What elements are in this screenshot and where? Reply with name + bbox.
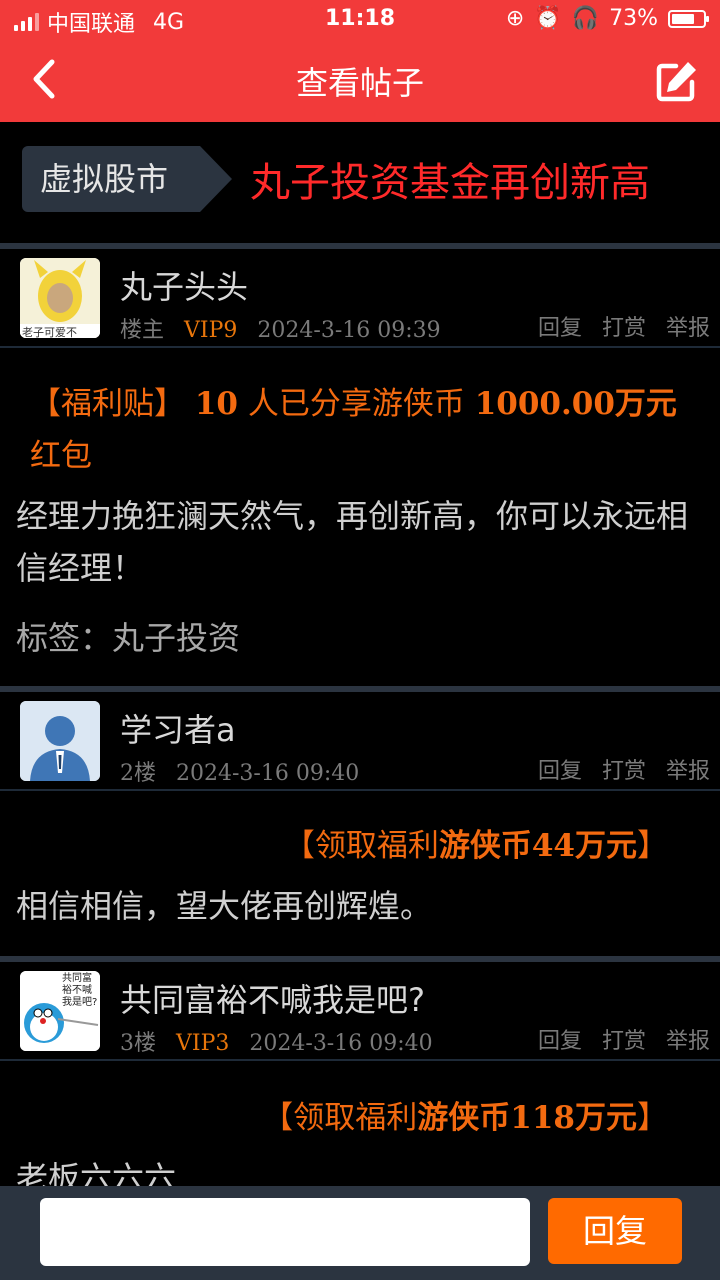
avatar[interactable]: 共同富裕不喊我是吧? (20, 971, 100, 1051)
avatar-caption: 老子可爱不 (22, 326, 77, 338)
status-bar: 中国联通 4G 11:18 ⊕ ⏰ 🎧 73% (0, 0, 720, 40)
welfare-close: 】 (637, 1100, 668, 1136)
post-tags[interactable]: 标签：丸子投资 (16, 612, 706, 664)
edit-icon[interactable] (652, 56, 702, 106)
post-banner: 虚拟股市 丸子投资基金再创新高 (0, 122, 720, 244)
tip-link[interactable]: 打赏 (602, 310, 646, 342)
report-link[interactable]: 举报 (666, 310, 710, 342)
welfare-open: 【领取福利 (262, 1100, 418, 1136)
welfare-claim[interactable]: 【领取福利游侠币44万元】 (284, 820, 668, 865)
welfare-suffix: 红包 (30, 438, 92, 474)
post-actions: 回复 打赏 举报 (538, 753, 710, 785)
divider (0, 243, 720, 249)
lock-rotation-icon: ⊕ (505, 6, 525, 31)
welfare-claim[interactable]: 【领取福利游侠币118万元】 (262, 1092, 668, 1137)
tip-link[interactable]: 打赏 (602, 1023, 646, 1055)
divider (0, 346, 720, 348)
reply-link[interactable]: 回复 (538, 753, 582, 785)
category-tag[interactable]: 虚拟股市 (22, 146, 232, 212)
post-meta: 楼主 VIP9 2024-3-16 09:39 (120, 312, 441, 344)
post-meta: 3楼 VIP3 2024-3-16 09:40 (120, 1025, 433, 1057)
report-link[interactable]: 举报 (666, 753, 710, 785)
post-username[interactable]: 共同富裕不喊我是吧? (120, 975, 425, 1021)
reply-bar: 回复 (0, 1186, 720, 1280)
post-time: 2024-3-16 09:39 (257, 318, 441, 343)
post-content: 相信相信，望大佬再创辉煌。 (16, 887, 433, 925)
post-headline: 丸子投资基金再创新高 (250, 160, 650, 206)
welfare-amount: 游侠币44万元 (438, 828, 637, 864)
alarm-icon: ⏰ (534, 6, 562, 31)
vip-badge: VIP3 (176, 1031, 230, 1056)
avatar[interactable]: 老子可爱不 (20, 258, 100, 338)
floor-label: 2楼 (120, 761, 156, 786)
floor-label: 3楼 (120, 1031, 156, 1056)
welfare-banner[interactable]: 【福利贴】 10 人已分享游侠币 1000.00万元 红包 (30, 378, 710, 482)
floor-label: 楼主 (120, 318, 165, 343)
reply-input[interactable] (40, 1198, 530, 1266)
reply-link[interactable]: 回复 (538, 1023, 582, 1055)
post-username[interactable]: 学习者a (120, 705, 236, 751)
report-link[interactable]: 举报 (666, 1023, 710, 1055)
avatar[interactable] (20, 701, 100, 781)
post-content: 经理力挽狂澜天然气，再创新高，你可以永远相信经理！ (16, 497, 689, 587)
welfare-amount: 1000.00万元 (474, 386, 677, 422)
post-time: 2024-3-16 09:40 (249, 1031, 433, 1056)
nav-bar: 查看帖子 (0, 40, 720, 122)
divider (0, 789, 720, 791)
battery-percent: 73% (609, 6, 658, 31)
headphones-icon: 🎧 (571, 6, 600, 31)
divider (0, 686, 720, 692)
page-title: 查看帖子 (295, 64, 424, 102)
tip-link[interactable]: 打赏 (602, 753, 646, 785)
avatar-caption: 共同富裕不喊我是吧? (62, 973, 98, 1008)
post-time: 2024-3-16 09:40 (176, 761, 360, 786)
reply-link[interactable]: 回复 (538, 310, 582, 342)
status-right: ⊕ ⏰ 🎧 73% (505, 6, 709, 31)
post-actions: 回复 打赏 举报 (538, 1023, 710, 1055)
welfare-open: 【领取福利 (283, 828, 439, 864)
welfare-count: 10 (194, 386, 238, 422)
welfare-prefix: 【福利贴】 (30, 386, 185, 422)
reply-button[interactable]: 回复 (548, 1198, 682, 1264)
battery-icon (668, 9, 709, 28)
post-actions: 回复 打赏 举报 (538, 310, 710, 342)
divider (0, 1059, 720, 1061)
divider (0, 956, 720, 962)
vip-badge: VIP9 (184, 318, 238, 343)
post-meta: 2楼 2024-3-16 09:40 (120, 755, 359, 787)
post-username[interactable]: 丸子头头 (120, 262, 248, 308)
welfare-amount: 游侠币118万元 (417, 1100, 637, 1136)
welfare-mid: 人已分享游侠币 (247, 386, 465, 422)
welfare-close: 】 (637, 828, 668, 864)
